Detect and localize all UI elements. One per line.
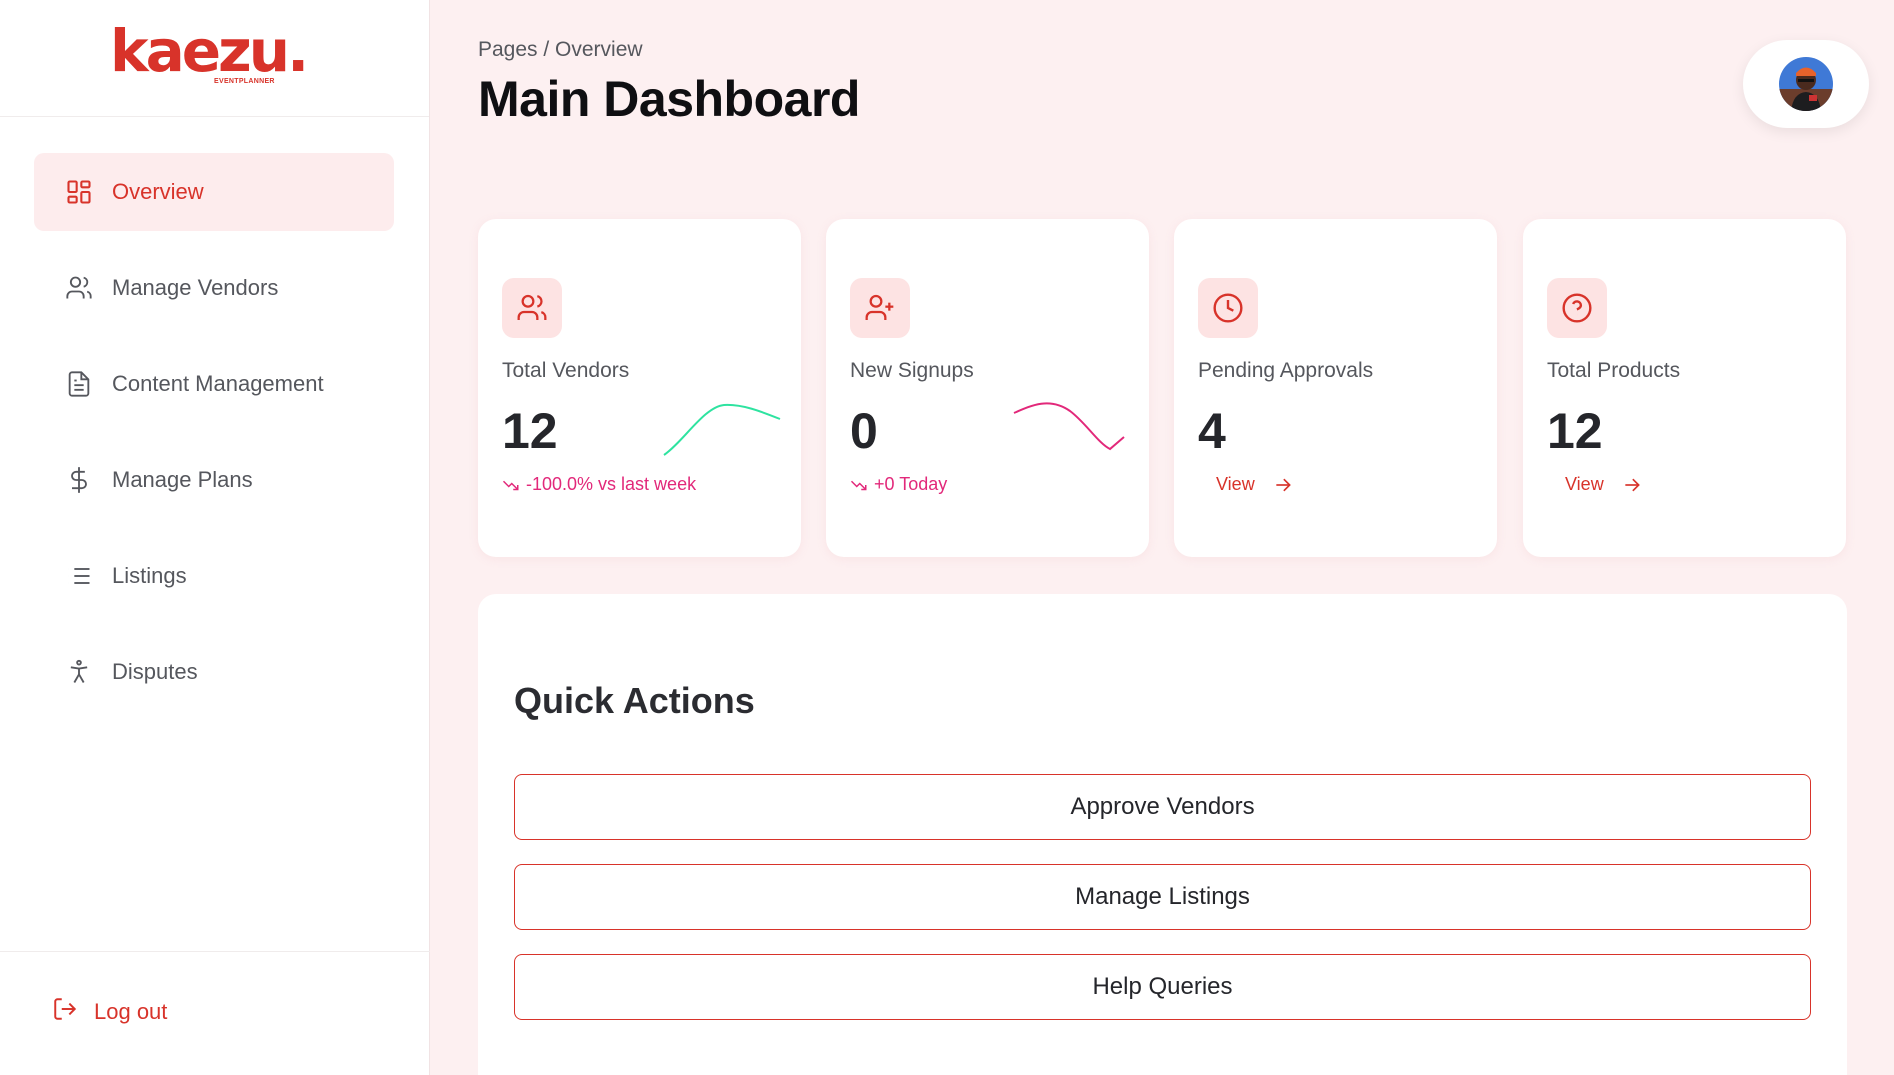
profile-button[interactable] xyxy=(1743,40,1869,128)
manage-listings-button[interactable]: Manage Listings xyxy=(514,864,1811,930)
stat-value: 12 xyxy=(502,403,558,459)
sidebar-item-disputes[interactable]: Disputes xyxy=(34,633,394,711)
view-pending-approvals-link[interactable]: View xyxy=(1216,474,1293,495)
page-title: Main Dashboard xyxy=(478,71,860,127)
view-link-label: View xyxy=(1216,474,1255,494)
brand-logo[interactable]: kaezu. EVENTPLANNER xyxy=(110,17,320,85)
sidebar-item-overview[interactable]: Overview xyxy=(34,153,394,231)
brand-name: kaezu. xyxy=(110,17,309,85)
dollar-icon xyxy=(64,465,94,495)
sidebar-item-label: Content Management xyxy=(112,371,324,396)
arrow-right-icon xyxy=(1622,475,1642,495)
stat-trend-text: -100.0% vs last week xyxy=(526,474,697,494)
sidebar-item-manage-vendors[interactable]: Manage Vendors xyxy=(34,249,394,327)
stat-label: New Signups xyxy=(850,359,974,382)
sidebar-item-label: Listings xyxy=(112,563,187,588)
sidebar-nav: Overview Manage Vendors Content Manageme… xyxy=(34,153,394,729)
users-icon xyxy=(502,278,562,338)
sidebar-item-label: Manage Plans xyxy=(112,467,253,492)
sidebar-item-content-management[interactable]: Content Management xyxy=(34,345,394,423)
stat-card-pending-approvals: Pending Approvals 4 View xyxy=(1174,219,1497,557)
avatar xyxy=(1779,57,1833,111)
logout-icon xyxy=(52,996,78,1027)
brand-tagline: EVENTPLANNER xyxy=(214,78,275,85)
stat-card-total-vendors: Total Vendors 12 -100.0% vs last week xyxy=(478,219,801,557)
arrow-right-icon xyxy=(1273,475,1293,495)
stat-trend: -100.0% vs last week xyxy=(502,474,696,495)
quick-actions-title: Quick Actions xyxy=(514,680,755,721)
sparkline-chart xyxy=(663,403,781,456)
help-queries-button[interactable]: Help Queries xyxy=(514,954,1811,1020)
help-circle-icon xyxy=(1547,278,1607,338)
sidebar-item-label: Overview xyxy=(112,179,204,204)
stat-card-new-signups: New Signups 0 +0 Today xyxy=(826,219,1149,557)
stat-trend: +0 Today xyxy=(850,474,947,495)
stat-card-total-products: Total Products 12 View xyxy=(1523,219,1846,557)
approve-vendors-button[interactable]: Approve Vendors xyxy=(514,774,1811,840)
user-plus-icon xyxy=(850,278,910,338)
quick-actions-panel: Quick Actions Approve Vendors Manage Lis… xyxy=(478,594,1847,1075)
grid-icon xyxy=(64,177,94,207)
sidebar-item-label: Manage Vendors xyxy=(112,275,279,300)
breadcrumb: Pages / Overview xyxy=(478,38,643,61)
view-link-label: View xyxy=(1565,474,1604,494)
stat-trend-text: +0 Today xyxy=(874,474,948,494)
document-icon xyxy=(64,369,94,399)
users-icon xyxy=(64,273,94,303)
stat-label: Total Products xyxy=(1547,359,1681,382)
view-total-products-link[interactable]: View xyxy=(1565,474,1642,495)
stat-label: Pending Approvals xyxy=(1198,359,1374,382)
logo-area: kaezu. EVENTPLANNER xyxy=(0,0,429,117)
sidebar-item-listings[interactable]: Listings xyxy=(34,537,394,615)
trend-down-icon xyxy=(502,478,520,492)
list-icon xyxy=(64,561,94,591)
stat-label: Total Vendors xyxy=(502,359,630,382)
sidebar-item-label: Disputes xyxy=(112,659,198,684)
accessibility-icon xyxy=(64,657,94,687)
sidebar-footer: Log out xyxy=(0,951,430,1075)
stat-value: 0 xyxy=(850,403,878,459)
stat-value: 12 xyxy=(1547,403,1603,459)
trend-down-icon xyxy=(850,478,868,492)
clock-icon xyxy=(1198,278,1258,338)
logout-button[interactable]: Log out xyxy=(52,996,167,1027)
sidebar: kaezu. EVENTPLANNER Overview Manage Vend… xyxy=(0,0,430,1075)
sparkline-chart xyxy=(1013,402,1125,451)
logout-label: Log out xyxy=(94,998,168,1024)
sidebar-item-manage-plans[interactable]: Manage Plans xyxy=(34,441,394,519)
stat-value: 4 xyxy=(1198,403,1226,459)
